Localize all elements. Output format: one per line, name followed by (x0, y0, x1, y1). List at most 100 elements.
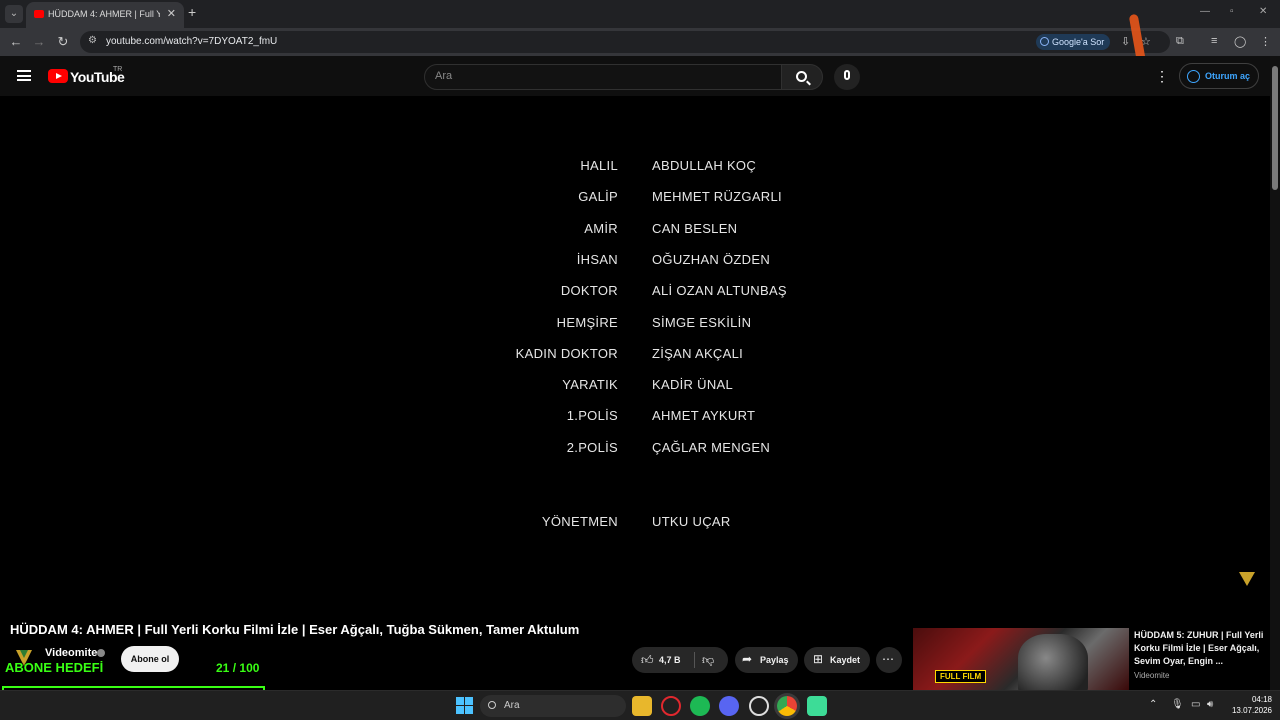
credit-role: YARATIK (562, 377, 618, 393)
credit-row: 2.POLİS ÇAĞLAR MENGEN (0, 440, 1270, 458)
youtube-favicon-icon (34, 10, 44, 18)
verified-badge-icon (97, 649, 105, 657)
dislike-icon[interactable]: 👎︎ (702, 653, 714, 668)
tray-overflow-icon[interactable]: ⌃ (1149, 699, 1157, 710)
url-text[interactable]: youtube.com/watch?v=7DYOAT2_fmU (106, 36, 277, 47)
watermark-logo-icon (1239, 572, 1255, 586)
credit-row: AMİR CAN BESLEN (0, 221, 1270, 239)
recommended-video-thumbnail[interactable]: FULL FILM (913, 628, 1129, 690)
credit-row: GALİP MEHMET RÜZGARLI (0, 189, 1270, 207)
voice-search-button[interactable] (834, 64, 860, 90)
search-box[interactable] (424, 64, 782, 90)
volume-icon[interactable]: 🔊︎ (1207, 699, 1213, 710)
search-button[interactable] (781, 64, 823, 90)
credit-role: GALİP (578, 189, 618, 205)
forward-icon[interactable]: → (31, 34, 47, 49)
director-name: UTKU UÇAR (652, 514, 731, 529)
spotify-icon[interactable] (690, 696, 710, 716)
video-player[interactable]: HALIL ABDULLAH KOÇ GALİP MEHMET RÜZGARLI AMİ… (0, 96, 1270, 612)
credit-role: 2.POLİS (566, 439, 618, 455)
discord-icon[interactable] (719, 696, 739, 716)
app-icon[interactable] (807, 696, 827, 716)
taskbar-search[interactable]: Ara (480, 695, 626, 717)
signin-button[interactable]: Oturum aç (1179, 63, 1259, 89)
taskbar-search-icon (488, 701, 496, 709)
credit-row: HEMŞİRE SİMGE ESKİLİN (0, 315, 1270, 333)
browser-menu-icon[interactable]: ⋮ (1260, 35, 1271, 48)
channel-name[interactable]: Videomite (45, 647, 97, 659)
file-explorer-icon[interactable] (632, 696, 652, 716)
like-divider (694, 652, 695, 668)
browser-tab[interactable]: HÜDDAM 4: AHMER | Full Yerli Korku Filmi… (26, 2, 184, 28)
windows-start-icon[interactable] (455, 696, 475, 716)
subscribe-button[interactable]: Abone ol (121, 646, 179, 672)
site-info-icon[interactable]: ⚙ (88, 35, 97, 46)
credit-actor: KADİR ÜNAL (652, 377, 734, 393)
like-count[interactable]: 4,7 B (659, 655, 681, 665)
credit-role: HALIL (580, 158, 618, 173)
share-icon: ➦ (742, 652, 753, 666)
like-dislike-group: 👍︎ 4,7 B 👎︎ (632, 647, 728, 673)
credit-actor: ÇAĞLAR MENGEN (652, 439, 771, 455)
extensions-icon[interactable]: ⧉ (1176, 35, 1184, 48)
maximize-icon[interactable]: ▫ (1230, 6, 1234, 17)
recommended-video-channel[interactable]: Videomite (1134, 671, 1169, 680)
more-actions-button[interactable]: ⋯ (876, 647, 902, 673)
credit-actor: ALİ OZAN ALTUNBAŞ (652, 283, 787, 299)
subscriber-goal-label: ABONE HEDEFİ (5, 660, 104, 675)
account-icon (1187, 70, 1200, 83)
youtube-logo-icon[interactable] (48, 69, 68, 83)
credit-role: KADIN DOKTOR (515, 345, 618, 361)
credit-role: AMİR (584, 220, 618, 236)
credit-actor: ZİŞAN AKÇALI (652, 345, 744, 361)
recommended-video-title[interactable]: HÜDDAM 5: ZUHUR | Full Yerli Korku Filmi… (1134, 629, 1264, 668)
ask-google-button[interactable]: Google'a Sor (1036, 34, 1111, 50)
media-control-icon[interactable]: ≡ (1211, 35, 1217, 47)
credit-role: DOKTOR (560, 283, 618, 299)
youtube-masthead: YouTube TR ⋮ Oturum aç (0, 56, 1270, 96)
system-clock[interactable]: 04:18 13.07.2026 (1228, 694, 1272, 716)
credit-actor: MEHMET RÜZGARLI (652, 189, 782, 205)
minimize-icon[interactable]: — (1200, 6, 1210, 17)
window-close-icon[interactable]: ✕ (1259, 6, 1267, 17)
share-button[interactable]: ➦ Paylaş (735, 647, 798, 673)
credit-row: KADIN DOKTOR ZİŞAN AKÇALI (0, 346, 1270, 364)
credit-row: HALIL ABDULLAH KOÇ (0, 158, 1270, 176)
address-toolbar: ← → ↻ ⚙ youtube.com/watch?v=7DYOAT2_fmU … (0, 28, 1280, 56)
profile-icon[interactable]: ◯ (1234, 35, 1246, 48)
guide-menu-icon[interactable] (17, 70, 31, 81)
back-icon[interactable]: ← (8, 34, 24, 49)
clock-time: 04:18 (1251, 695, 1272, 704)
credit-row: DOKTOR ALİ OZAN ALTUNBAŞ (0, 283, 1270, 301)
tab-close-icon[interactable]: ✕ (167, 7, 176, 20)
page-scrollbar-thumb[interactable] (1272, 66, 1278, 190)
tab-search-button[interactable]: ⌄ (5, 5, 23, 23)
chrome-icon[interactable] (777, 696, 797, 716)
full-film-badge: FULL FILM (935, 670, 987, 683)
install-icon[interactable]: ⇩ (1121, 35, 1130, 48)
settings-icon[interactable] (749, 696, 769, 716)
network-icon[interactable]: ▭ (1191, 699, 1200, 710)
microphone-tray-icon[interactable]: 🎙︎ (1171, 699, 1184, 710)
browser-tab-bar: ⌄ HÜDDAM 4: AHMER | Full Yerli Korku Fil… (0, 0, 1280, 28)
credit-actor: AHMET AYKURT (652, 408, 756, 424)
director-row: YÖNETMEN UTKU UÇAR (0, 514, 1270, 532)
like-icon[interactable]: 👍︎ (641, 653, 654, 668)
save-playlist-icon: ⊞ (813, 652, 824, 666)
search-input[interactable] (435, 70, 765, 82)
credit-actor: SİMGE ESKİLİN (652, 314, 752, 330)
credit-row: İHSAN OĞUZHAN ÖZDEN (0, 252, 1270, 270)
reload-icon[interactable]: ↻ (55, 34, 71, 50)
omnibox[interactable]: ⚙ youtube.com/watch?v=7DYOAT2_fmU Google… (80, 31, 1170, 53)
thumbnail-creature-image (1018, 634, 1088, 690)
settings-menu-icon[interactable]: ⋮ (1155, 68, 1169, 85)
video-title: HÜDDAM 4: AHMER | Full Yerli Korku Filmi… (10, 622, 580, 637)
credit-actor: OĞUZHAN ÖZDEN (652, 251, 771, 267)
region-code: TR (113, 66, 123, 73)
channel-watermark[interactable] (1237, 572, 1257, 594)
new-tab-button[interactable]: + (188, 4, 196, 20)
save-button[interactable]: ⊞ Kaydet (804, 647, 870, 673)
page-scrollbar[interactable] (1270, 56, 1280, 690)
clock-date: 13.07.2026 (1231, 706, 1272, 715)
opera-icon[interactable] (661, 696, 681, 716)
